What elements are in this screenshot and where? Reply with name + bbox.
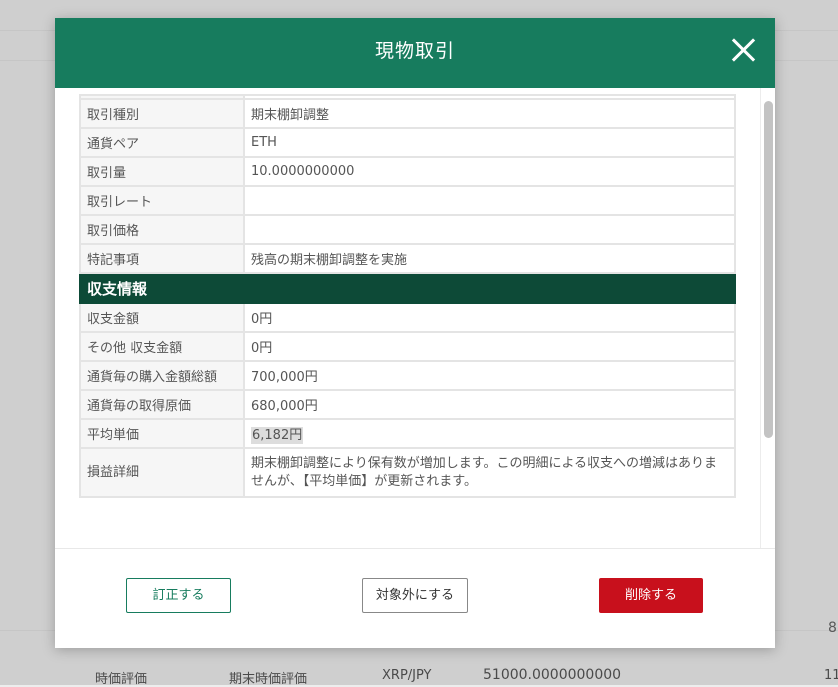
section-header-row: 収支情報 bbox=[79, 272, 736, 304]
row-label: 取引レート bbox=[79, 185, 245, 216]
row-value bbox=[243, 214, 736, 245]
scrollbar-thumb[interactable] bbox=[764, 101, 773, 438]
row-value: 10.0000000000 bbox=[243, 156, 736, 187]
row-value: ETH bbox=[243, 127, 736, 158]
modal-header: 現物取引 bbox=[55, 18, 775, 88]
row-value: 0円 bbox=[243, 302, 736, 333]
row-label: 平均単価 bbox=[79, 418, 245, 449]
row-value: 期末棚卸調整 bbox=[243, 98, 736, 129]
table-row: 通貨毎の取得原価 680,000円 bbox=[79, 389, 736, 420]
exclude-button[interactable]: 対象外にする bbox=[362, 578, 468, 613]
table-row: 通貨毎の購入金額総額 700,000円 bbox=[79, 360, 736, 391]
row-value: 700,000円 bbox=[243, 360, 736, 391]
table-row: 特記事項 残高の期末棚卸調整を実施 bbox=[79, 243, 736, 274]
transaction-modal: 現物取引 取引種別 期末棚卸調整 通貨ペア ETH 取引量 10.0000000… bbox=[55, 18, 775, 648]
scroll-track bbox=[760, 88, 761, 548]
modal-title: 現物取引 bbox=[374, 40, 455, 62]
modal-body[interactable]: 取引種別 期末棚卸調整 通貨ペア ETH 取引量 10.0000000000 取… bbox=[55, 88, 775, 548]
row-value: 6,182円 bbox=[243, 418, 736, 449]
table-row: その他 収支金額 0円 bbox=[79, 331, 736, 362]
footer-divider bbox=[55, 548, 775, 549]
row-label: 収支金額 bbox=[79, 302, 245, 333]
table-row: 通貨ペア ETH bbox=[79, 127, 736, 158]
section-title: 収支情報 bbox=[79, 272, 736, 304]
row-label: 損益詳細 bbox=[79, 447, 245, 498]
row-label: 取引種別 bbox=[79, 98, 245, 129]
row-value: 残高の期末棚卸調整を実施 bbox=[243, 243, 736, 274]
average-price-value: 6,182円 bbox=[251, 427, 304, 444]
table-row: 平均単価 6,182円 bbox=[79, 418, 736, 449]
edit-button[interactable]: 訂正する bbox=[126, 578, 231, 613]
table-row: 取引種別 期末棚卸調整 bbox=[79, 98, 736, 129]
row-value: 680,000円 bbox=[243, 389, 736, 420]
row-label: 通貨毎の購入金額総額 bbox=[79, 360, 245, 391]
row-label: 通貨ペア bbox=[79, 127, 245, 158]
table-row: 取引レート bbox=[79, 185, 736, 216]
table-row: 損益詳細 期末棚卸調整により保有数が増加します。この明細による収支への増減はあり… bbox=[79, 447, 736, 498]
row-label: 通貨毎の取得原価 bbox=[79, 389, 245, 420]
row-label: 取引量 bbox=[79, 156, 245, 187]
row-label: その他 収支金額 bbox=[79, 331, 245, 362]
transaction-detail-table: 取引種別 期末棚卸調整 通貨ペア ETH 取引量 10.0000000000 取… bbox=[79, 94, 736, 498]
row-label: 取引価格 bbox=[79, 214, 245, 245]
table-row: 収支金額 0円 bbox=[79, 302, 736, 333]
table-row: 取引価格 bbox=[79, 214, 736, 245]
row-value: 期末棚卸調整により保有数が増加します。この明細による収支への増減はありませんが、… bbox=[243, 447, 736, 498]
table-row: 取引量 10.0000000000 bbox=[79, 156, 736, 187]
row-value bbox=[243, 185, 736, 216]
row-label: 特記事項 bbox=[79, 243, 245, 274]
close-icon[interactable] bbox=[729, 36, 757, 64]
delete-button[interactable]: 削除する bbox=[599, 578, 703, 613]
row-value: 0円 bbox=[243, 331, 736, 362]
